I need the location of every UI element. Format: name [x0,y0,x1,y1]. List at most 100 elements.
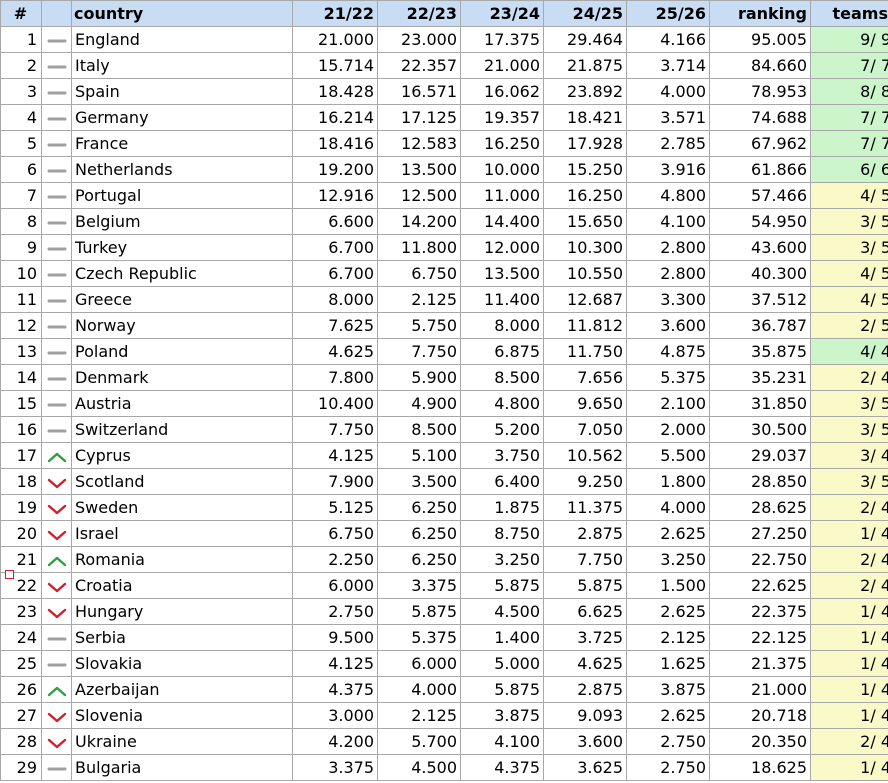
table-row[interactable]: 18 Scotland 7.900 3.500 6.400 9.250 1.800 28.85… [0,468,888,495]
rank-cell: 1 [0,26,42,53]
header-teams[interactable]: teams [810,0,888,27]
season-y2223-cell: 17.125 [377,104,461,131]
table-row[interactable]: 11 Greece 8.000 2.125 11.400 12.687 3.300 37.51… [0,286,888,313]
season-y2122-cell: 3.000 [292,702,378,729]
rank-cell: 28 [0,728,42,755]
header-2526[interactable]: 25/26 [626,0,710,27]
season-y2324-cell: 13.500 [460,260,544,287]
table-row[interactable]: 14 Denmark 7.800 5.900 8.500 7.656 5.375 35.231… [0,364,888,391]
table-row[interactable]: 13 Poland 4.625 7.750 6.875 11.750 4.875 35.875… [0,338,888,365]
season-y2425-cell: 9.093 [543,702,627,729]
season-y2223-cell: 4.000 [377,676,461,703]
season-y2425-cell: 11.375 [543,494,627,521]
season-y2324-cell: 21.000 [460,52,544,79]
country-cell: Slovenia [71,702,293,729]
teams-cell: 2/ 4 [810,572,888,599]
table-row[interactable]: 29 Bulgaria 3.375 4.500 4.375 3.625 2.750 18.62… [0,754,888,781]
season-y2122-cell: 6.000 [292,572,378,599]
season-y2526-cell: 2.750 [626,728,710,755]
table-row[interactable]: 4 Germany 16.214 17.125 19.357 18.421 3.571 74.… [0,104,888,131]
rank-cell: 17 [0,442,42,469]
table-row[interactable]: 1 England 21.000 23.000 17.375 29.464 4.166 95.… [0,26,888,53]
country-cell: Ukraine [71,728,293,755]
season-y2324-cell: 17.375 [460,26,544,53]
table-row[interactable]: 9 Turkey 6.700 11.800 12.000 10.300 2.800 43.60… [0,234,888,261]
teams-cell: 1/ 4 [810,650,888,677]
table-row[interactable]: 6 Netherlands 19.200 13.500 10.000 15.250 3.91… [0,156,888,183]
header-country[interactable]: country [71,0,293,27]
season-y2425-cell: 2.875 [543,520,627,547]
teams-cell: 8/ 8 [810,78,888,105]
table-row[interactable]: 5 France 18.416 12.583 16.250 17.928 2.785 67.9… [0,130,888,157]
dash-icon [47,169,66,172]
season-y2223-cell: 16.571 [377,78,461,105]
table-row[interactable]: 28 Ukraine 4.200 5.700 4.100 3.600 2.750 20.350… [0,728,888,755]
table-row[interactable]: 27 Slovenia 3.000 2.125 3.875 9.093 2.625 20.71… [0,702,888,729]
season-y2324-cell: 1.875 [460,494,544,521]
season-y2425-cell: 6.625 [543,598,627,625]
country-cell: Cyprus [71,442,293,469]
table-row[interactable]: 24 Serbia 9.500 5.375 1.400 3.725 2.125 22.125 1… [0,624,888,651]
ranking-cell: 57.466 [709,182,811,209]
trend-cell [41,390,72,417]
table-row[interactable]: 17 Cyprus 4.125 5.100 3.750 10.562 5.500 29.037… [0,442,888,469]
season-y2526-cell: 3.875 [626,676,710,703]
teams-cell: 4/ 5 [810,182,888,209]
header-ranking[interactable]: ranking [709,0,811,27]
season-y2324-cell: 11.400 [460,286,544,313]
country-cell: Turkey [71,234,293,261]
season-y2223-cell: 6.250 [377,520,461,547]
ranking-cell: 20.718 [709,702,811,729]
season-y2526-cell: 1.625 [626,650,710,677]
table-row[interactable]: 25 Slovakia 4.125 6.000 5.000 4.625 1.625 21.37… [0,650,888,677]
table-row[interactable]: 22 Croatia 6.000 3.375 5.875 5.875 1.500 22.625… [0,572,888,599]
trend-cell [41,182,72,209]
season-y2324-cell: 19.357 [460,104,544,131]
season-y2526-cell: 1.800 [626,468,710,495]
trend-cell [41,52,72,79]
season-y2122-cell: 7.900 [292,468,378,495]
season-y2425-cell: 9.650 [543,390,627,417]
trend-cell [41,598,72,625]
table-row[interactable]: 12 Norway 7.625 5.750 8.000 11.812 3.600 36.787… [0,312,888,339]
table-row[interactable]: 20 Israel 6.750 6.250 8.750 2.875 2.625 27.250 1… [0,520,888,547]
ranking-cell: 78.953 [709,78,811,105]
chevron-up-icon [47,686,66,696]
ranking-cell: 61.866 [709,156,811,183]
table-row[interactable]: 26 Azerbaijan 4.375 4.000 5.875 2.875 3.875 21.… [0,676,888,703]
chevron-down-icon [47,504,66,514]
season-y2122-cell: 4.625 [292,338,378,365]
selection-handle[interactable] [5,570,14,579]
table-row[interactable]: 3 Spain 18.428 16.571 16.062 23.892 4.000 78.95… [0,78,888,105]
table-row[interactable]: 10 Czech Republic 6.700 6.750 13.500 10.550 2.… [0,260,888,287]
table-row[interactable]: 19 Sweden 5.125 6.250 1.875 11.375 4.000 28.625… [0,494,888,521]
table-row[interactable]: 16 Switzerland 7.750 8.500 5.200 7.050 2.000 30… [0,416,888,443]
season-y2324-cell: 3.875 [460,702,544,729]
season-y2425-cell: 7.656 [543,364,627,391]
header-2324[interactable]: 23/24 [460,0,544,27]
ranking-cell: 27.250 [709,520,811,547]
country-cell: Azerbaijan [71,676,293,703]
table-row[interactable]: 21 Romania 2.250 6.250 3.250 7.750 3.250 22.750… [0,546,888,573]
table-row[interactable]: 7 Portugal 12.916 12.500 11.000 16.250 4.800 57… [0,182,888,209]
chevron-down-icon [47,478,66,488]
country-cell: Sweden [71,494,293,521]
table-row[interactable]: 15 Austria 10.400 4.900 4.800 9.650 2.100 31.85… [0,390,888,417]
season-y2122-cell: 18.416 [292,130,378,157]
header-trend[interactable] [41,0,72,27]
ranking-cell: 74.688 [709,104,811,131]
season-y2122-cell: 8.000 [292,286,378,313]
season-y2526-cell: 3.571 [626,104,710,131]
header-2425[interactable]: 24/25 [543,0,627,27]
table-row[interactable]: 8 Belgium 6.600 14.200 14.400 15.650 4.100 54.9… [0,208,888,235]
ranking-cell: 35.875 [709,338,811,365]
table-row[interactable]: 23 Hungary 2.750 5.875 4.500 6.625 2.625 22.375… [0,598,888,625]
header-2223[interactable]: 22/23 [377,0,461,27]
ranking-cell: 22.625 [709,572,811,599]
table-row[interactable]: 2 Italy 15.714 22.357 21.000 21.875 3.714 84.66… [0,52,888,79]
teams-cell: 4/ 5 [810,286,888,313]
header-rank[interactable]: # [0,0,42,27]
season-y2223-cell: 6.750 [377,260,461,287]
header-2122[interactable]: 21/22 [292,0,378,27]
ranking-cell: 37.512 [709,286,811,313]
